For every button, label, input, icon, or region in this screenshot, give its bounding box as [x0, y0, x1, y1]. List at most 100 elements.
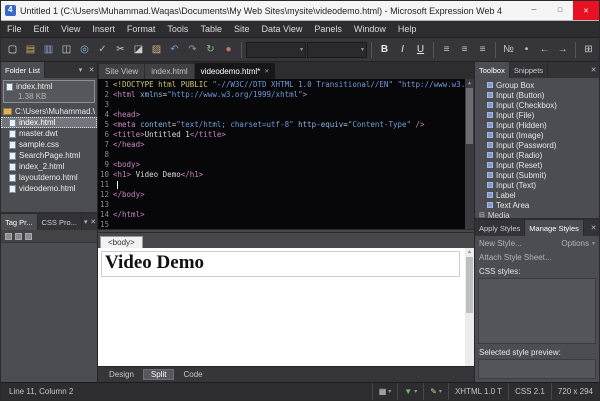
- minimize-button[interactable]: ─: [521, 1, 547, 20]
- maximize-button[interactable]: □: [547, 1, 573, 20]
- code-line-6[interactable]: 6<title>Untitled 1</title>: [98, 130, 474, 140]
- file-searchpage-html[interactable]: SearchPage.html: [1, 150, 97, 161]
- undo-icon[interactable]: ↶: [166, 41, 183, 59]
- toolbox-item-input-button[interactable]: Input (Button): [475, 90, 599, 100]
- toolbox-item-label[interactable]: Label: [475, 190, 599, 200]
- italic-icon[interactable]: I: [394, 41, 411, 59]
- code-line-4[interactable]: 4<head>: [98, 110, 474, 120]
- file-layoutdemo-html[interactable]: layoutdemo.html: [1, 172, 97, 183]
- toolbox-section-media[interactable]: ⊟Media: [475, 210, 599, 218]
- menu-format[interactable]: Format: [121, 21, 162, 37]
- code-view[interactable]: 1<!DOCTYPE html PUBLIC "-//W3C//DTD XHTM…: [98, 79, 474, 229]
- refresh-icon[interactable]: ↻: [202, 41, 219, 59]
- style-dropdown[interactable]: ▾: [246, 42, 306, 58]
- scrollbar-thumb[interactable]: [466, 88, 473, 144]
- print-icon[interactable]: ◫: [58, 41, 75, 59]
- close-icon[interactable]: ✕: [588, 220, 599, 236]
- close-icon[interactable]: ✕: [588, 62, 599, 78]
- close-button[interactable]: ✕: [573, 1, 599, 20]
- new-style-button[interactable]: New Style...: [479, 239, 522, 248]
- menu-data-view[interactable]: Data View: [255, 21, 308, 37]
- numbered-list-icon[interactable]: №: [500, 41, 517, 59]
- design-scrollbar[interactable]: ▲: [465, 248, 474, 366]
- toolbox-item-input-checkbox[interactable]: Input (Checkbox): [475, 100, 599, 110]
- outdent-icon[interactable]: ←: [536, 41, 553, 59]
- scroll-up-icon[interactable]: ▲: [467, 249, 472, 256]
- doc-tab-videodemo-html[interactable]: videodemo.html*✕: [195, 63, 276, 79]
- menu-help[interactable]: Help: [392, 21, 423, 37]
- page-size-indicator[interactable]: 720 x 294: [551, 383, 599, 400]
- tab-apply-styles[interactable]: Apply Styles: [475, 220, 525, 236]
- toolbox-item-group-box[interactable]: Group Box: [475, 80, 599, 90]
- bullet-list-icon[interactable]: •: [518, 41, 535, 59]
- toolbox-item-input-password[interactable]: Input (Password): [475, 140, 599, 150]
- doctype-indicator[interactable]: XHTML 1.0 T: [448, 383, 508, 400]
- bold-icon[interactable]: B: [376, 41, 393, 59]
- underline-icon[interactable]: U: [412, 41, 429, 59]
- close-icon[interactable]: ✕: [264, 68, 269, 75]
- categorized-view-icon[interactable]: [5, 233, 12, 240]
- toolbox-item-input-reset[interactable]: Input (Reset): [475, 160, 599, 170]
- borders-icon[interactable]: ⊞: [580, 41, 597, 59]
- tab-tag-pr[interactable]: Tag Pr...: [1, 214, 38, 230]
- scrollbar-thumb[interactable]: [466, 257, 473, 313]
- view-split-button[interactable]: Split: [143, 369, 175, 380]
- file-index-html[interactable]: index.html: [1, 117, 97, 128]
- code-line-3[interactable]: 3: [98, 100, 474, 110]
- visual-aids-toggle[interactable]: ▦ ▾: [372, 383, 398, 400]
- toolbox-item-input-submit[interactable]: Input (Submit): [475, 170, 599, 180]
- new-page-icon[interactable]: ▢: [4, 41, 21, 59]
- menu-table[interactable]: Table: [194, 21, 228, 37]
- code-line-15[interactable]: 15: [98, 220, 474, 229]
- tab-snippets[interactable]: Snippets: [510, 62, 548, 78]
- set-properties-icon[interactable]: [25, 233, 32, 240]
- copy-icon[interactable]: ◪: [130, 41, 147, 59]
- file-index-2-html[interactable]: index_2.html: [1, 161, 97, 172]
- breadcrumb-body-tag[interactable]: <body>: [100, 236, 143, 248]
- toolbox-item-input-image[interactable]: Input (Image): [475, 130, 599, 140]
- attach-style-sheet-button[interactable]: Attach Style Sheet...: [479, 253, 551, 262]
- cut-icon[interactable]: ✂: [112, 41, 129, 59]
- menu-window[interactable]: Window: [348, 21, 392, 37]
- css-schema-indicator[interactable]: CSS 2.1: [508, 383, 551, 400]
- code-line-10[interactable]: 10<h1> Video Demo</h1>: [98, 170, 474, 180]
- tab-css-pro[interactable]: CSS Pro...: [38, 214, 82, 230]
- toolbox-item-input-file[interactable]: Input (File): [475, 110, 599, 120]
- paste-icon[interactable]: ▨: [148, 41, 165, 59]
- panel-menu-icon[interactable]: ▾: [75, 62, 86, 78]
- close-icon[interactable]: ✕: [86, 62, 97, 78]
- code-line-14[interactable]: 14</html>: [98, 210, 474, 220]
- code-line-5[interactable]: 5<meta content="text/html; charset=utf-8…: [98, 120, 474, 130]
- align-center-icon[interactable]: ≡: [456, 41, 473, 59]
- menu-insert[interactable]: Insert: [86, 21, 121, 37]
- file-sample-css[interactable]: sample.css: [1, 139, 97, 150]
- stop-icon[interactable]: ●: [220, 41, 237, 59]
- highlight-icon[interactable]: ▆: [598, 41, 599, 59]
- toolbox-item-input-radio[interactable]: Input (Radio): [475, 150, 599, 160]
- view-code-button[interactable]: Code: [175, 369, 210, 380]
- toolbox-item-text-area[interactable]: Text Area: [475, 200, 599, 210]
- open-icon[interactable]: ▤: [22, 41, 39, 59]
- indent-icon[interactable]: →: [554, 41, 571, 59]
- css-styles-list[interactable]: [478, 278, 596, 344]
- code-line-8[interactable]: 8: [98, 150, 474, 160]
- align-left-icon[interactable]: ≡: [438, 41, 455, 59]
- code-line-9[interactable]: 9<body>: [98, 160, 474, 170]
- preview-in-browser-icon[interactable]: ◎: [76, 41, 93, 59]
- spelling-icon[interactable]: ✓: [94, 41, 111, 59]
- menu-edit[interactable]: Edit: [28, 21, 56, 37]
- scroll-up-icon[interactable]: ▲: [468, 80, 471, 87]
- toolbox-item-input-text[interactable]: Input (Text): [475, 180, 599, 190]
- code-line-2[interactable]: 2<html xmlns="http://www.w3.org/1999/xht…: [98, 90, 474, 100]
- menu-site[interactable]: Site: [228, 21, 256, 37]
- code-scrollbar[interactable]: ▲: [465, 79, 474, 229]
- menu-panels[interactable]: Panels: [308, 21, 348, 37]
- align-right-icon[interactable]: ≡: [474, 41, 491, 59]
- file-videodemo-html[interactable]: videodemo.html: [1, 183, 97, 194]
- tab-toolbox[interactable]: Toolbox: [475, 62, 510, 78]
- options-button[interactable]: Options: [561, 239, 589, 248]
- code-line-13[interactable]: 13: [98, 200, 474, 210]
- folder-root[interactable]: C:\Users\Muhammad.Waqas\Do: [1, 105, 97, 117]
- toolbox-item-input-hidden[interactable]: Input (Hidden): [475, 120, 599, 130]
- file-master-dwt[interactable]: master.dwt: [1, 128, 97, 139]
